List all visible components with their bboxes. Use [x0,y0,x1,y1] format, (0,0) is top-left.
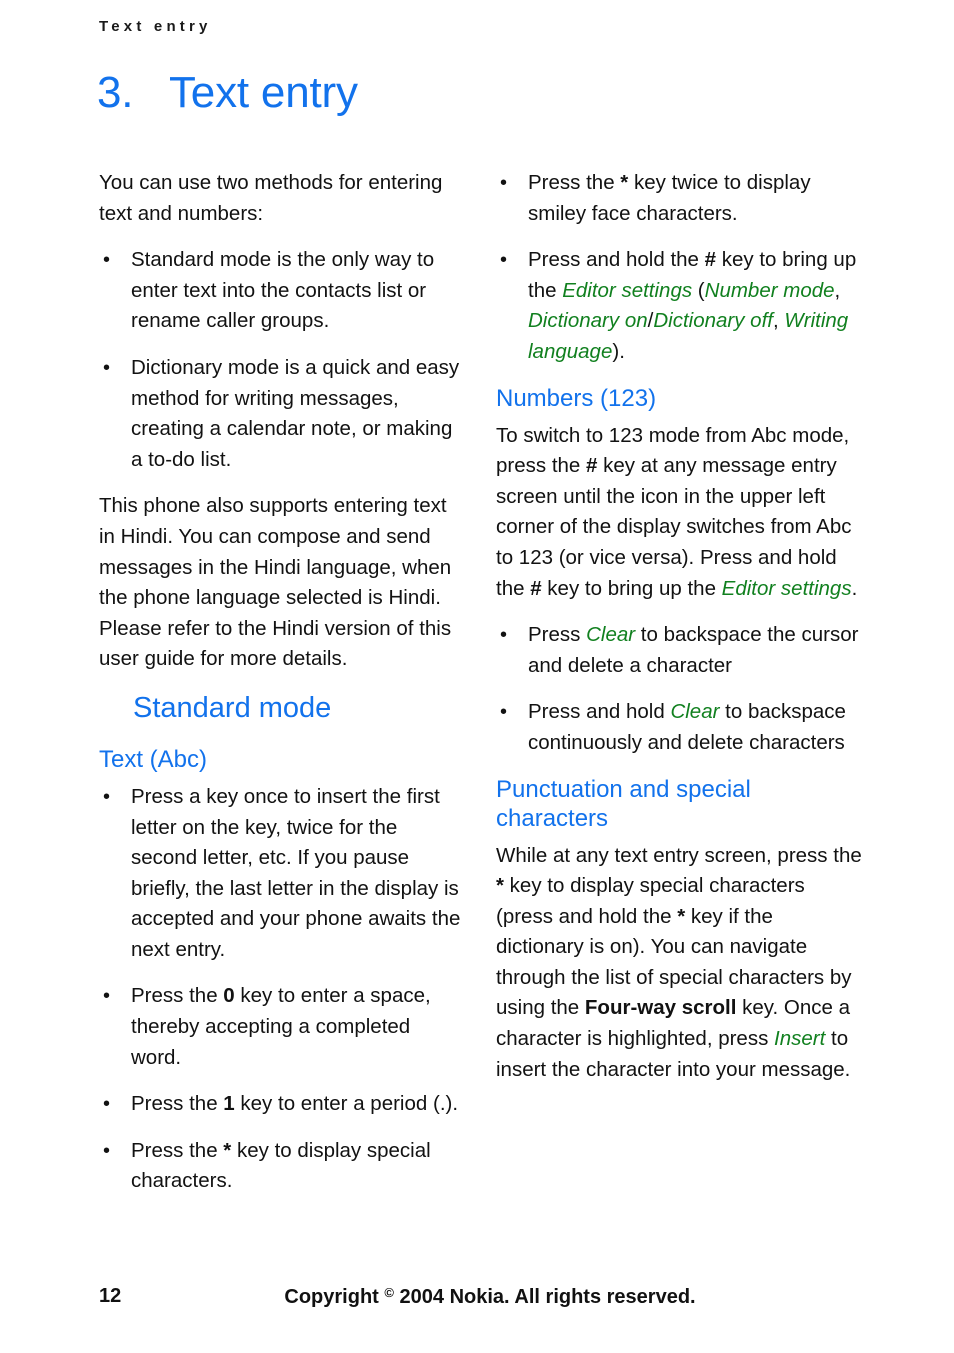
list-item: • Press the 0 key to enter a space, ther… [99,981,461,1073]
list-item-text: Standard mode is the only way to enter t… [131,248,435,333]
subsection-heading-text-abc: Text (Abc) [99,745,208,773]
left-column: You can use two methods for entering tex… [99,168,461,1213]
right-column: • Press the * key twice to display smile… [496,168,864,1101]
list-item: • Press the * key to display special cha… [99,1136,461,1197]
subsection-heading-numbers: Numbers (123) [496,384,657,412]
section-heading-standard-mode: Standard mode [133,691,332,724]
bullet-icon: • [103,785,111,808]
intro-bullet-list: • Standard mode is the only way to enter… [99,245,461,475]
list-item-text: Press the 0 key to enter a space, thereb… [131,984,431,1069]
list-item-text: Press and hold Clear to backspace contin… [528,700,846,754]
bullet-icon: • [103,249,111,272]
ui-term: Editor settings [721,576,852,600]
list-item: • Press and hold Clear to backspace cont… [496,697,864,758]
hindi-paragraph: This phone also supports entering text i… [99,494,452,671]
key-name: 0 [223,984,235,1008]
ui-term: Editor settings [562,278,693,302]
list-item: • Press the * key twice to display smile… [496,168,864,229]
key-name: # [704,248,717,272]
bullet-icon: • [103,1093,111,1116]
key-name: * [496,874,504,898]
bullet-icon: • [500,172,508,194]
key-name: Four-way scroll [584,996,737,1020]
bullet-icon: • [500,701,508,724]
copyright-notice: Copyright © 2004 Nokia. All rights reser… [0,1285,954,1309]
key-name: 1 [223,1092,235,1116]
bullet-icon: • [500,249,508,272]
chapter-number: 3. [97,68,134,117]
list-item-text: Press and hold the # key to bring up the… [528,248,857,363]
ui-term: Clear [670,700,720,724]
list-item-text: Press the * key to display special chara… [131,1138,431,1193]
ui-term: Dictionary off [653,309,773,333]
abc-bullet-list: • Press a key once to insert the first l… [99,782,461,1197]
list-item-text: Press the 1 key to enter a period (.). [131,1092,459,1116]
list-item-text: Press a key once to insert the first let… [131,784,461,961]
running-head: Text entry [99,18,212,35]
list-item-text: Press the * key twice to display smiley … [528,171,811,225]
copyright-symbol: © [384,1285,394,1300]
ui-term: Clear [586,623,636,647]
list-item-text: Press Clear to backspace the cursor and … [528,623,859,677]
subsection-heading-punctuation: Punctuation and special characters [496,775,751,832]
numbers-paragraph: To switch to 123 mode from Abc mode, pre… [496,423,858,600]
punctuation-paragraph: While at any text entry screen, press th… [496,843,862,1081]
list-item: • Press Clear to backspace the cursor an… [496,620,864,681]
bullet-icon: • [103,985,111,1008]
key-name: * [223,1138,232,1162]
bullet-icon: • [500,624,508,647]
key-name: # [586,454,598,478]
ui-term: Number mode [704,278,835,302]
bullet-icon: • [103,356,111,379]
key-name: # [530,576,542,600]
list-item: • Press and hold the # key to bring up t… [496,245,864,367]
top-bullet-list: • Press the * key twice to display smile… [496,168,864,368]
bullet-icon: • [103,1139,111,1162]
ui-term: Dictionary on [528,309,648,333]
key-name: * [620,171,629,194]
list-item: • Press a key once to insert the first l… [99,782,461,966]
document-page: Text entry 3. Text entry You can use two … [0,0,954,1353]
list-item: • Standard mode is the only way to enter… [99,245,461,337]
list-item-text: Dictionary mode is a quick and easy meth… [131,355,460,471]
list-item: • Dictionary mode is a quick and easy me… [99,353,461,475]
page-title: 3. Text entry [97,68,358,118]
page-footer: 12 Copyright © 2004 Nokia. All rights re… [0,1285,954,1315]
copyright-pre: Copyright [284,1286,385,1308]
numbers-bullet-list: • Press Clear to backspace the cursor an… [496,620,864,758]
intro-paragraph: You can use two methods for entering tex… [99,171,443,225]
key-name: * [677,904,686,928]
copyright-post: 2004 Nokia. All rights reserved. [393,1286,696,1308]
chapter-title-text: Text entry [169,68,358,117]
list-item: • Press the 1 key to enter a period (.). [99,1089,461,1120]
ui-term: Insert [774,1027,826,1051]
